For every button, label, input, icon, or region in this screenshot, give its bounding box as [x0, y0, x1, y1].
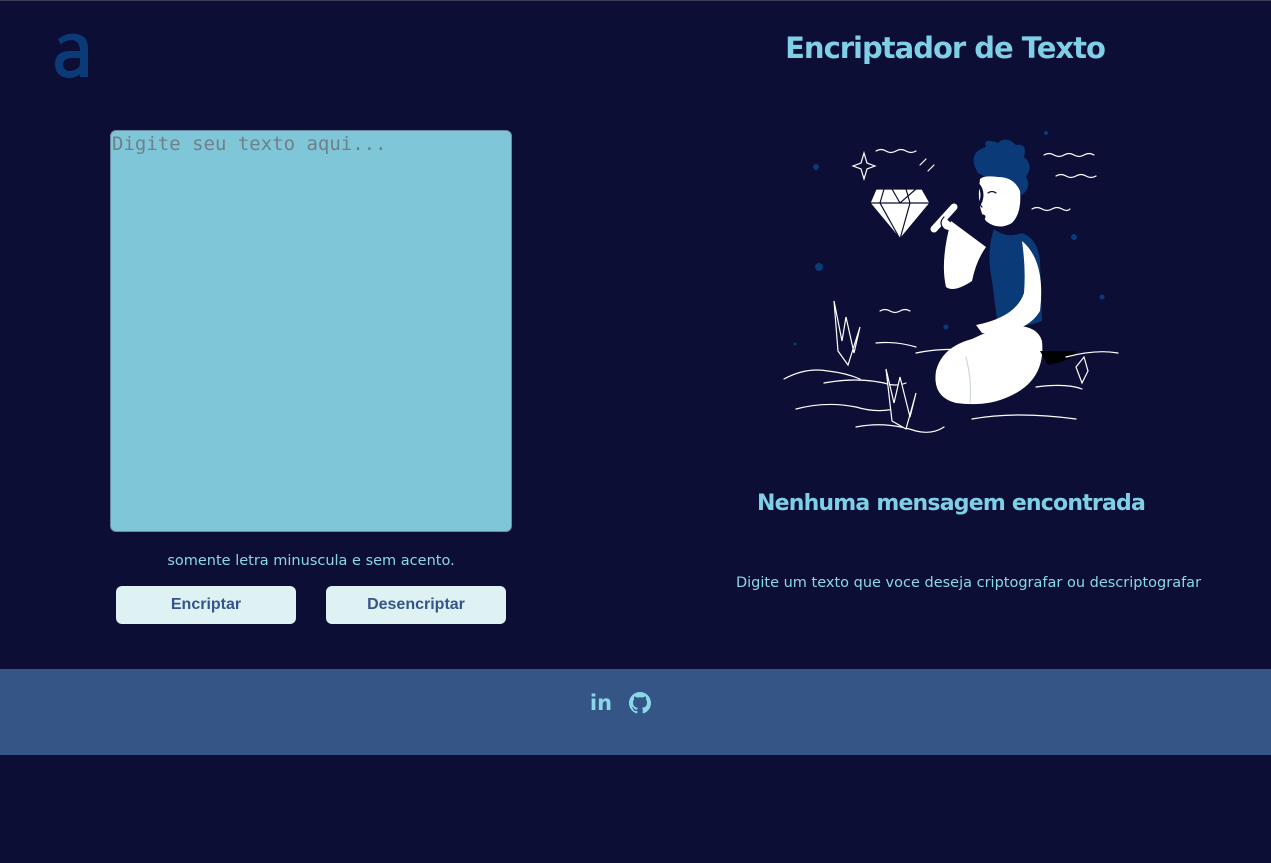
- decrypt-button[interactable]: Desencriptar: [326, 586, 506, 624]
- person-magnifier-illustration: [783, 131, 1119, 433]
- footer: in: [0, 669, 1271, 755]
- encrypt-button[interactable]: Encriptar: [116, 586, 296, 624]
- page-title: Encriptador de Texto: [785, 31, 1106, 65]
- linkedin-label: in: [589, 691, 613, 715]
- page: somente letra minuscula e sem acento. En…: [0, 0, 1271, 863]
- github-icon[interactable]: [626, 691, 654, 715]
- github-mark: [629, 692, 651, 714]
- input-hint: somente letra minuscula e sem acento.: [167, 553, 455, 569]
- alura-logo-icon: [55, 33, 88, 79]
- linkedin-icon[interactable]: in: [587, 691, 615, 715]
- empty-message-description: Digite um texto que voce deseja criptogr…: [735, 575, 1202, 591]
- empty-message-title: Nenhuma mensagem encontrada: [756, 491, 1146, 516]
- text-input[interactable]: [110, 130, 512, 532]
